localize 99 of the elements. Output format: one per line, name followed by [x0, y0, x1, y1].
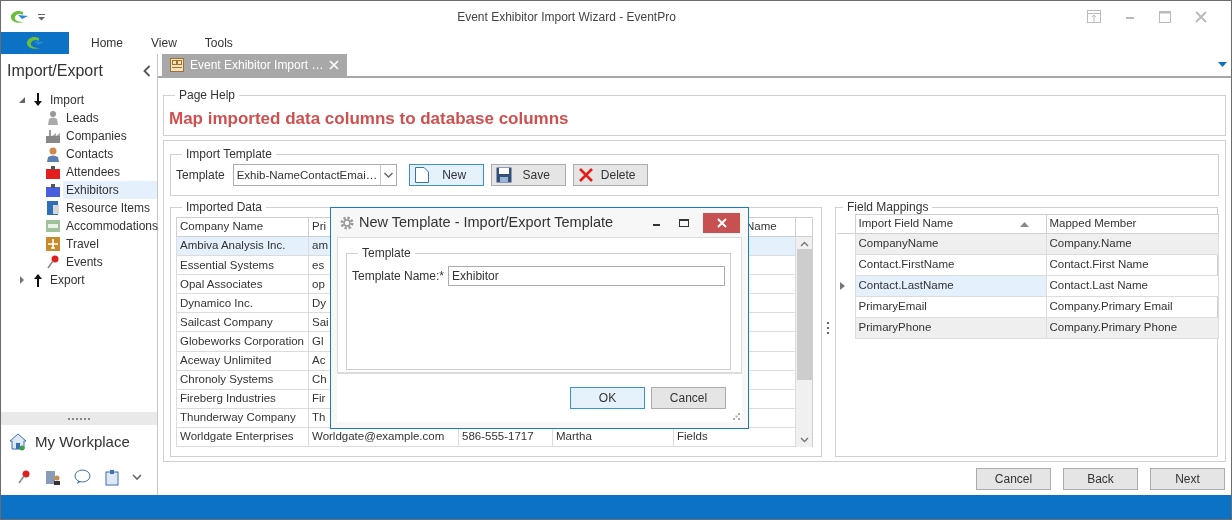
delete-button[interactable]: Delete: [572, 164, 648, 186]
table-row[interactable]: CompanyName Company.Name: [837, 233, 1218, 255]
table-cell: Contact.FirstName: [855, 254, 1046, 276]
up-arrow-icon: [33, 273, 43, 287]
factory-icon: [45, 128, 61, 144]
pin-icon[interactable]: [15, 469, 32, 485]
badge-icon: [45, 164, 61, 180]
expander-icon[interactable]: [17, 275, 27, 285]
clipboard-icon[interactable]: [104, 468, 119, 486]
dropdown-button[interactable]: [379, 164, 397, 186]
bed-icon: [45, 218, 61, 234]
chevron-down-icon[interactable]: [132, 473, 143, 481]
person-icon: [45, 146, 61, 162]
splitter-grip-icon[interactable]: [827, 322, 830, 335]
table-cell: Globeworks Corporation: [176, 331, 309, 352]
table-cell: Company.Primary Email: [1046, 296, 1218, 318]
tree-item[interactable]: Attendees: [63, 163, 157, 181]
down-arrow-icon: [33, 93, 43, 107]
row-indicator-icon: [840, 282, 845, 290]
home-icon[interactable]: [9, 433, 27, 451]
tree-item[interactable]: Leads: [63, 109, 157, 127]
table-cell: Essential Systems: [176, 255, 309, 275]
table-row[interactable]: PrimaryEmail Company.Primary Email: [837, 296, 1218, 318]
collapse-icon[interactable]: [143, 65, 151, 77]
table-cell: Thunderway Company: [176, 408, 309, 428]
pin-icon: [45, 254, 61, 270]
table-cell: PrimaryEmail: [855, 296, 1046, 318]
tree-item[interactable]: Events: [63, 253, 157, 271]
expander-icon[interactable]: [17, 95, 27, 105]
scroll-down-icon[interactable]: [799, 437, 809, 443]
table-cell: Fireberg Industries: [176, 389, 309, 409]
grip-icon: [68, 417, 90, 420]
column-header[interactable]: Mapped Member: [1046, 214, 1218, 234]
person-icon: [45, 110, 61, 126]
group-title: Page Help: [178, 88, 237, 102]
quick-access-dropdown-icon[interactable]: [37, 12, 46, 21]
delete-icon: [577, 167, 594, 183]
table-cell: Worldgate Enterprises: [176, 427, 309, 447]
maximize-icon[interactable]: [679, 218, 689, 227]
tree-item[interactable]: Resource Items: [63, 199, 157, 217]
help-heading: Map imported data columns to database columns: [169, 108, 570, 130]
tree-item[interactable]: Companies: [63, 127, 157, 145]
field-label: Template: [176, 167, 225, 184]
document-icon: [413, 166, 430, 184]
scrollbar[interactable]: [796, 237, 812, 447]
tree-item[interactable]: Accommodations: [63, 217, 159, 235]
table-cell: Sailcast Company: [176, 312, 309, 332]
wizard-button[interactable]: Back: [1063, 468, 1138, 490]
logo-icon: [25, 36, 45, 50]
chat-icon[interactable]: [74, 469, 92, 485]
dialog-title: New Template - Import/Export Template: [359, 212, 615, 232]
table-cell: Contact.First Name: [1046, 254, 1218, 276]
wizard-button[interactable]: Cancel: [976, 468, 1051, 490]
group-title: Field Mappings: [846, 200, 930, 214]
layout-icon: [170, 58, 184, 72]
tree-item[interactable]: Export: [47, 271, 157, 289]
window-title: Event Exhibitor Import Wizard - EventPro: [457, 9, 676, 24]
building-icon[interactable]: [45, 469, 62, 485]
table-row[interactable]: Contact.FirstName Contact.First Name: [837, 254, 1218, 276]
plane-icon: [45, 236, 61, 252]
template-dropdown-field[interactable]: Exhib-NameContactEmai…: [232, 164, 380, 186]
new-button[interactable]: New: [408, 164, 484, 186]
sort-ascending-icon[interactable]: [1019, 221, 1029, 227]
scroll-up-icon[interactable]: [799, 241, 809, 247]
badge-icon: [45, 182, 61, 198]
table-row[interactable]: PrimaryPhone Company.Primary Phone: [837, 317, 1218, 339]
tab-list-dropdown-icon[interactable]: [1218, 62, 1227, 68]
table-cell: Chronoly Systems: [176, 370, 309, 390]
workplace-title[interactable]: My Workplace: [35, 430, 130, 454]
table-cell: Opal Associates: [176, 274, 309, 294]
template-name-field[interactable]: Exhibitor: [448, 266, 725, 286]
table-cell: Dynamico Inc.: [176, 293, 309, 313]
table-row[interactable]: Contact.LastName Contact.Last Name: [837, 275, 1218, 297]
ribbon-tab[interactable]: View: [137, 32, 191, 54]
group-title: Import Template: [185, 147, 273, 161]
ribbon-tab[interactable]: Tools: [190, 32, 247, 54]
column-header[interactable]: Company Name: [176, 217, 309, 237]
table-cell: Ambiva Analysis Inc.: [176, 236, 309, 256]
group-title: Imported Data: [185, 200, 264, 214]
book-icon: [45, 200, 61, 216]
panel-title: Import/Export: [7, 61, 104, 81]
column-header[interactable]: Import Field Name: [855, 214, 1046, 234]
resize-grip-icon[interactable]: [733, 413, 740, 420]
close-button[interactable]: [703, 212, 740, 233]
save-button[interactable]: Save: [490, 164, 566, 186]
tree-item[interactable]: Import: [47, 91, 157, 109]
ribbon-tab[interactable]: Home: [77, 32, 137, 54]
wizard-button[interactable]: Next: [1150, 468, 1225, 490]
tree-item[interactable]: Travel: [63, 235, 157, 253]
scrollbar-thumb[interactable]: [796, 249, 812, 380]
dialog-button[interactable]: Cancel: [651, 387, 726, 409]
logo-icon: [9, 9, 29, 24]
tree-item[interactable]: Exhibitors: [63, 181, 157, 199]
close-icon: [716, 217, 727, 228]
tree-item[interactable]: Contacts: [63, 145, 157, 163]
table-cell: Aceway Unlimited: [176, 351, 309, 371]
dialog-button[interactable]: OK: [570, 387, 645, 409]
gear-icon: [339, 214, 355, 231]
save-icon: [495, 167, 512, 183]
